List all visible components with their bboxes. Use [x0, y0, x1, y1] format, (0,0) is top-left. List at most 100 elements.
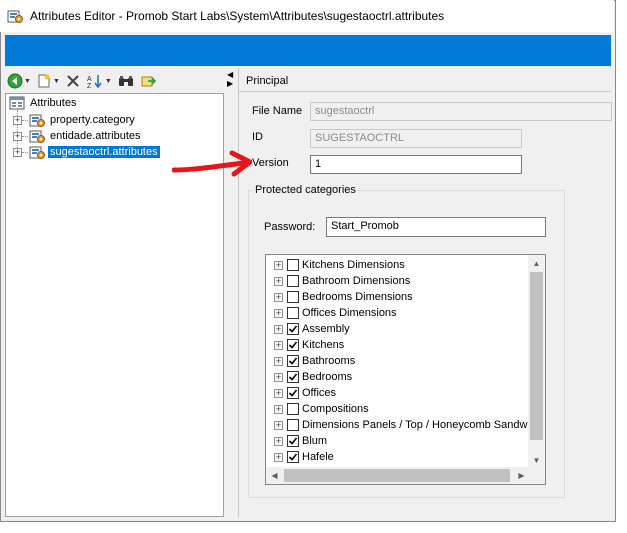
protected-categories-title: Protected categories: [253, 184, 358, 196]
tree-item-sugestaoctrl-attributes[interactable]: sugestaoctrl.attributes: [29, 144, 161, 160]
expand-icon[interactable]: +: [274, 340, 283, 350]
expand-icon[interactable]: +: [274, 308, 283, 318]
expand-icon[interactable]: +: [274, 452, 283, 462]
password-field[interactable]: Start_Promob: [326, 217, 546, 237]
app-icon: [7, 8, 23, 24]
horizontal-scrollbar[interactable]: ◀ ▶: [266, 467, 530, 484]
category-checkbox[interactable]: [287, 435, 299, 447]
category-checkbox[interactable]: [287, 323, 299, 335]
category-item[interactable]: + Offices: [266, 385, 336, 401]
new-button[interactable]: ▼: [36, 72, 60, 90]
export-button[interactable]: [140, 72, 156, 90]
category-label: Bedrooms: [302, 371, 353, 383]
category-label: Bedrooms Dimensions: [302, 291, 413, 303]
expand-icon[interactable]: +: [274, 404, 283, 414]
sort-button[interactable]: A Z ▼: [86, 72, 112, 90]
tree-toolbar: ▼ ▼ A Z ▼: [5, 70, 222, 92]
expand-icon[interactable]: +: [13, 116, 22, 125]
expand-icon[interactable]: +: [274, 324, 283, 334]
tree-item-label: property.category: [50, 114, 135, 126]
file-name-label: File Name: [252, 105, 303, 117]
expand-icon[interactable]: +: [13, 148, 22, 157]
category-checkbox[interactable]: [287, 371, 299, 383]
svg-text:Z: Z: [87, 83, 92, 89]
categories-list[interactable]: + Kitchens Dimensions + Bathroom Dimensions…: [265, 254, 546, 485]
category-label: Bathrooms: [302, 355, 356, 367]
category-label: Kitchens: [302, 339, 345, 351]
expand-right-icon[interactable]: ▶: [227, 79, 233, 88]
expand-icon[interactable]: +: [274, 292, 283, 302]
category-checkbox[interactable]: [287, 259, 299, 271]
header-band: [5, 35, 611, 66]
file-name-field: sugestaoctrl: [310, 102, 612, 121]
scroll-corner: [528, 467, 545, 484]
vertical-scroll-thumb[interactable]: [530, 272, 543, 440]
version-field[interactable]: 1: [310, 155, 522, 174]
category-checkbox[interactable]: [287, 339, 299, 351]
collapse-left-icon[interactable]: ◀: [227, 70, 233, 79]
category-item[interactable]: + Kitchens Dimensions: [266, 257, 405, 273]
category-item[interactable]: + Kitchens: [266, 337, 344, 353]
category-checkbox[interactable]: [287, 451, 299, 463]
category-checkbox[interactable]: [287, 419, 299, 431]
properties-header: [238, 70, 612, 92]
id-label: ID: [252, 131, 263, 143]
password-label: Password:: [264, 221, 316, 233]
panel-title: Principal: [246, 75, 289, 87]
vertical-scrollbar[interactable]: ▲ ▼: [528, 255, 545, 469]
category-item[interactable]: + Hafele: [266, 449, 334, 465]
category-label: Bathroom Dimensions: [302, 275, 411, 287]
window-title: Attributes Editor - Promob Start Labs\Sy…: [30, 9, 445, 23]
expand-icon[interactable]: +: [274, 420, 283, 430]
expand-icon[interactable]: +: [274, 388, 283, 398]
category-checkbox[interactable]: [287, 403, 299, 415]
expand-icon[interactable]: +: [274, 372, 283, 382]
tree-item-property-category[interactable]: property.category: [29, 112, 137, 128]
scroll-left-icon[interactable]: ◀: [266, 467, 283, 484]
tree-item-label: entidade.attributes: [50, 130, 141, 142]
category-item[interactable]: + Compositions: [266, 401, 369, 417]
binoculars-icon: [118, 76, 133, 86]
scroll-up-icon[interactable]: ▲: [528, 255, 545, 272]
category-item[interactable]: + Dimensions Panels / Top / Honeycomb San…: [266, 417, 530, 433]
chevron-down-icon: ▼: [104, 77, 112, 85]
annotation-arrow-icon: [172, 150, 252, 177]
category-label: Blum: [302, 435, 328, 447]
sort-az-icon: A Z: [87, 75, 102, 89]
panel-splitter[interactable]: ◀ ▶: [225, 68, 237, 518]
green-back-arrow-icon: [7, 73, 23, 89]
category-item[interactable]: + Bedrooms: [266, 369, 352, 385]
category-label: Hafele: [302, 451, 334, 463]
category-item[interactable]: + Offices Dimensions: [266, 305, 397, 321]
category-checkbox[interactable]: [287, 355, 299, 367]
expand-icon[interactable]: +: [274, 436, 283, 446]
attributes-file-icon: [29, 146, 45, 159]
export-icon: [141, 76, 156, 87]
category-checkbox[interactable]: [287, 291, 299, 303]
horizontal-scroll-thumb[interactable]: [284, 469, 510, 482]
expand-icon[interactable]: +: [274, 356, 283, 366]
delete-button[interactable]: [66, 72, 80, 90]
category-label: Assembly: [302, 323, 350, 335]
delete-x-icon: [67, 75, 79, 87]
find-button[interactable]: [118, 72, 134, 90]
category-label: Compositions: [302, 403, 369, 415]
category-checkbox[interactable]: [287, 387, 299, 399]
expand-icon[interactable]: +: [274, 276, 283, 286]
category-item[interactable]: + Bedrooms Dimensions: [266, 289, 413, 305]
back-button[interactable]: ▼: [7, 72, 31, 90]
svg-text:A: A: [87, 76, 92, 83]
category-item[interactable]: + Bathroom Dimensions: [266, 273, 410, 289]
category-checkbox[interactable]: [287, 307, 299, 319]
version-label: Version: [252, 157, 289, 169]
expand-icon[interactable]: +: [13, 132, 22, 141]
category-item[interactable]: + Blum: [266, 433, 327, 449]
category-label: Dimensions Panels / Top / Honeycomb Sand…: [302, 419, 530, 431]
tree-item-entidade-attributes[interactable]: entidade.attributes: [29, 128, 143, 144]
category-checkbox[interactable]: [287, 275, 299, 287]
category-item[interactable]: + Bathrooms: [266, 353, 355, 369]
chevron-down-icon: ▼: [52, 77, 60, 85]
category-item[interactable]: + Assembly: [266, 321, 350, 337]
expand-icon[interactable]: +: [274, 260, 283, 270]
tree-root[interactable]: Attributes: [9, 95, 78, 111]
